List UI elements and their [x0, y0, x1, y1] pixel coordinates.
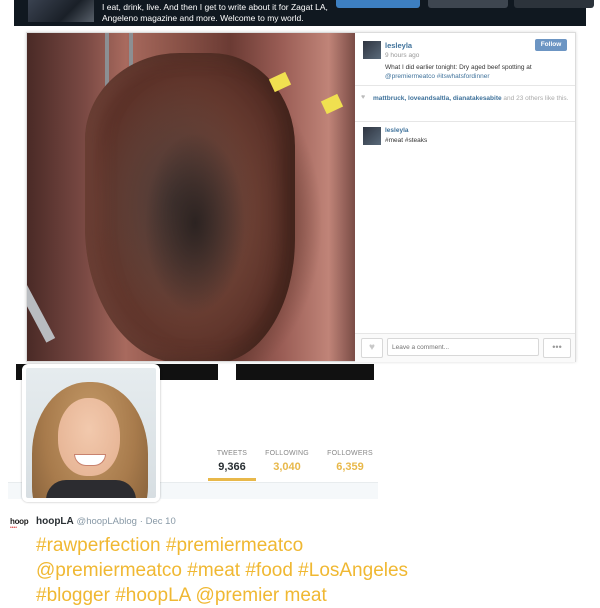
banner-primary-button[interactable] [336, 0, 420, 8]
tweet-line[interactable]: #blogger #hoopLA @premier meat [36, 583, 596, 608]
comment-text: #meat #steaks [385, 137, 428, 144]
stat-value: 9,366 [218, 461, 246, 473]
comment-input[interactable] [387, 338, 539, 356]
banner-bio: I eat, drink, live. And then I get to wr… [102, 2, 342, 24]
stat-label: FOLLOWERS [327, 450, 373, 457]
comment-item: lesleyla #meat #steaks [355, 125, 575, 165]
more-options-button[interactable]: ••• [543, 338, 571, 358]
profile-banner: I eat, drink, live. And then I get to wr… [14, 0, 594, 26]
instagram-post-card: lesleyla 9 hours ago Follow What I did e… [26, 32, 576, 362]
stat-value: 3,040 [273, 461, 301, 473]
post-header: lesleyla 9 hours ago Follow What I did e… [355, 33, 575, 86]
like-button[interactable]: ♥ [361, 338, 383, 358]
heart-icon: ♥ [369, 342, 375, 353]
stat-followers[interactable]: FOLLOWERS 6,359 [322, 450, 378, 473]
comment-username[interactable]: lesleyla [385, 127, 409, 134]
banner-tertiary-button[interactable] [514, 0, 594, 8]
heart-icon: ♥ [361, 94, 366, 101]
logo-dots: •••• [10, 525, 18, 531]
banner-thumbnail [28, 0, 94, 22]
tweet-separator: · [139, 516, 143, 527]
follow-button[interactable]: Follow [535, 39, 567, 51]
tweet-header: hoopLA @hoopLAblog · Dec 10 [36, 516, 176, 527]
photo-shirt [46, 480, 136, 498]
price-tag [320, 93, 344, 115]
post-timestamp: 9 hours ago [385, 52, 420, 59]
caption-links[interactable]: @premiermeatco #itswhatsfordinner [385, 72, 565, 81]
stat-label: TWEETS [216, 450, 248, 457]
stat-value: 6,359 [336, 461, 364, 473]
likes-text: mattbruck, loveandsaltla, dianatakesabit… [373, 94, 569, 103]
tweet-author-name[interactable]: hoopLA [36, 516, 74, 527]
banner-bio-line2: Angeleno magazine and more. Welcome to m… [102, 13, 304, 23]
caption-text: What I did earlier tonight: Dry aged bee… [385, 64, 532, 71]
stat-tweets[interactable]: TWEETS 9,366 [212, 450, 252, 473]
active-tab-indicator [208, 478, 256, 481]
tweet-line[interactable]: @premiermeatco #meat #food #LosAngeles [36, 558, 596, 583]
tweet-author-handle[interactable]: @hoopLAblog [77, 516, 137, 527]
likes-suffix: and 23 others like this. [503, 95, 569, 102]
post-photo[interactable] [27, 33, 355, 361]
likers-list[interactable]: mattbruck, loveandsaltla, dianatakesabit… [373, 95, 502, 102]
banner-secondary-button[interactable] [428, 0, 508, 8]
stat-label: FOLLOWING [265, 450, 309, 457]
stat-following[interactable]: FOLLOWING 3,040 [262, 450, 312, 473]
post-sidebar: lesleyla 9 hours ago Follow What I did e… [355, 33, 575, 362]
post-actions: ♥ ••• [355, 333, 575, 362]
avatar[interactable] [363, 127, 381, 145]
meat-rail [27, 285, 56, 343]
post-username[interactable]: lesleyla [385, 41, 412, 50]
avatar[interactable] [363, 41, 381, 59]
dry-aged-beef [85, 53, 295, 361]
black-bar [150, 364, 218, 380]
tweet-body: #rawperfection #premiermeatco @premierme… [36, 533, 596, 608]
banner-bio-line1: I eat, drink, live. And then I get to wr… [102, 2, 328, 12]
post-caption: What I did earlier tonight: Dry aged bee… [385, 63, 565, 81]
hoopla-logo[interactable]: hoop •••• [10, 517, 34, 535]
profile-photo[interactable] [22, 364, 160, 502]
black-bar [236, 364, 374, 380]
tweet-date[interactable]: Dec 10 [146, 516, 176, 527]
tweet-line[interactable]: #rawperfection #premiermeatco [36, 533, 596, 558]
likes-row: ♥ mattbruck, loveandsaltla, dianatakesab… [355, 91, 575, 122]
